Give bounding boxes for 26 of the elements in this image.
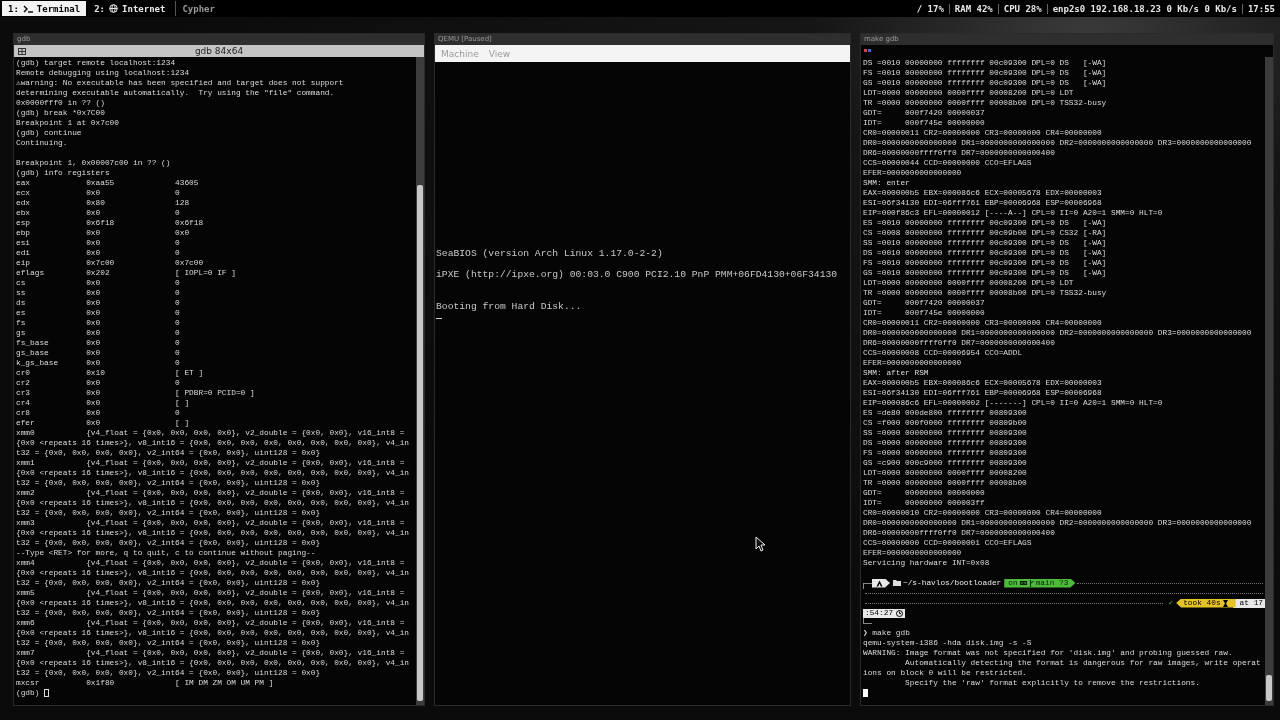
terminal-line: iPXE (http://ipxe.org) 00:03.0 C900 PCI2.10 PnP PMM+06FD4130+06F34130 bbox=[436, 270, 839, 282]
text-cursor bbox=[44, 688, 50, 697]
workspace-tab[interactable]: 1: Terminal bbox=[2, 1, 87, 16]
branch-icon bbox=[1028, 579, 1034, 587]
workspace-tab[interactable]: 2: Internet bbox=[88, 1, 172, 16]
workspace-tab[interactable]: Cypher bbox=[175, 1, 221, 16]
terminal-line: Booting from Hard Disk... bbox=[436, 302, 583, 314]
triangle-icon bbox=[876, 579, 883, 587]
mouse-pointer-icon bbox=[755, 536, 766, 552]
terminal-line: SeaBIOS (version Arch Linux 1.17.0-2-2) bbox=[436, 249, 664, 260]
scrollbar-thumb[interactable] bbox=[417, 185, 423, 701]
status-item: RAM 42% bbox=[948, 3, 998, 14]
status-item: enp2s0 192.168.18.23 0 Kb/s 0 Kb/s bbox=[1046, 3, 1242, 14]
text-cursor bbox=[436, 318, 442, 320]
status-item: CPU 28% bbox=[997, 3, 1047, 14]
terminal-size-title: gdb 84x64 bbox=[194, 46, 244, 56]
hourglass-icon bbox=[1222, 599, 1228, 607]
grid-icon bbox=[18, 47, 26, 55]
folder-icon bbox=[893, 580, 901, 586]
scrollbar-thumb[interactable] bbox=[1266, 675, 1272, 701]
status-item: 17:55 bbox=[1241, 3, 1280, 14]
clock-icon bbox=[896, 609, 904, 617]
status-item: / 17% bbox=[915, 3, 945, 14]
globe-icon bbox=[109, 4, 119, 13]
text-cursor bbox=[863, 688, 868, 697]
terminal-icon bbox=[22, 4, 33, 13]
